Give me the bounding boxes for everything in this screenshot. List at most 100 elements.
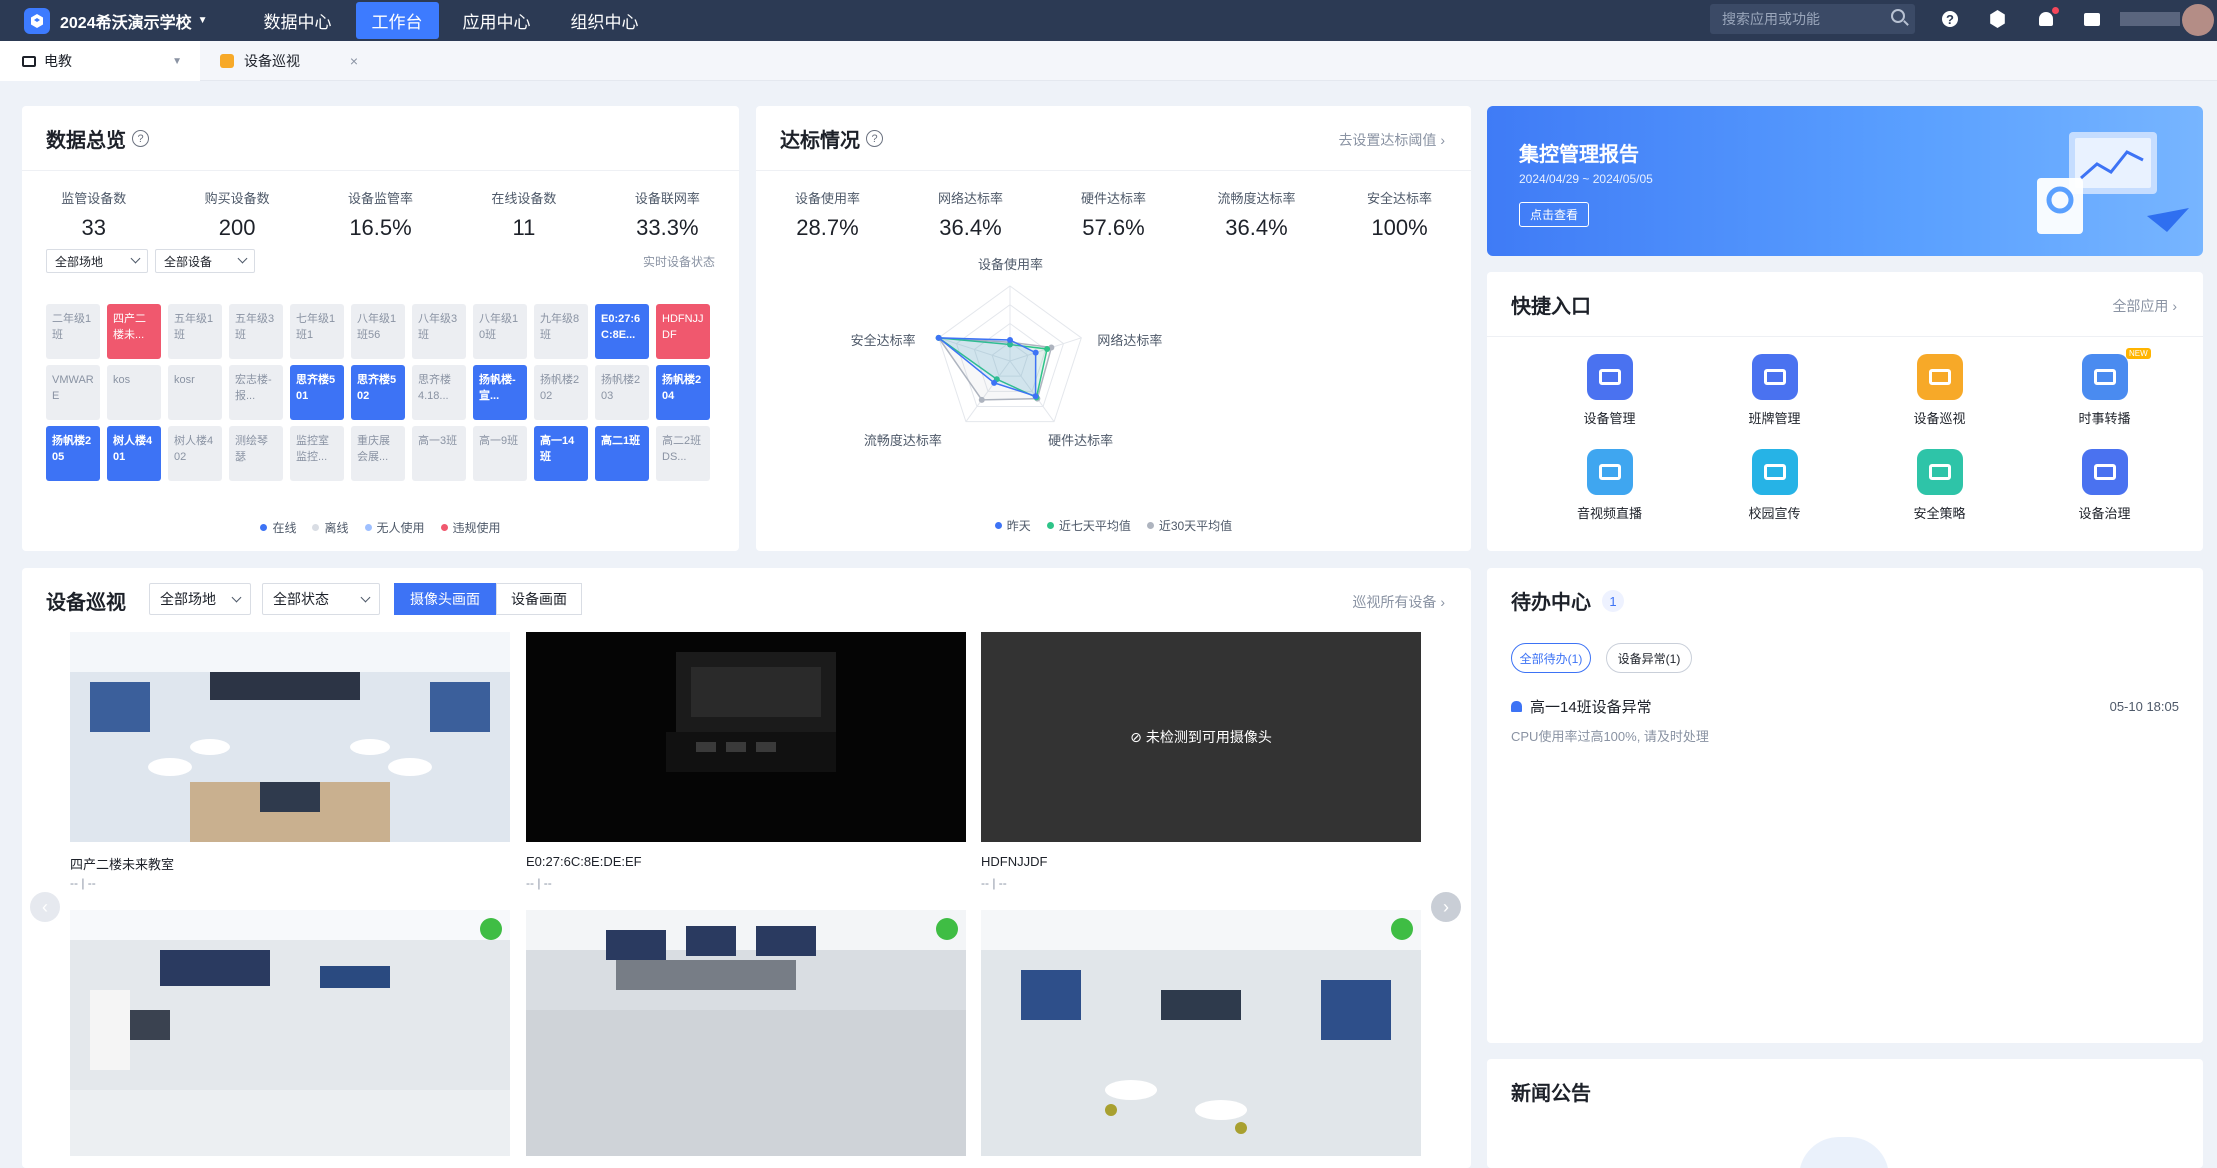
quick-entry-item[interactable]: 设备管理 — [1527, 354, 1692, 427]
device-tile[interactable]: 高二2班DS... — [656, 426, 710, 481]
device-tile[interactable]: HDFNJJDF — [656, 304, 710, 359]
message-icon[interactable] — [2084, 13, 2100, 26]
legend-item: 离线 — [312, 519, 349, 536]
camera-view[interactable] — [70, 632, 510, 842]
empty-illustration — [1799, 1137, 1889, 1168]
nav-workbench[interactable]: 工作台 — [355, 2, 439, 39]
device-tile[interactable]: 重庆展会展... — [351, 426, 405, 481]
screen-view-tab[interactable]: 设备画面 — [496, 583, 582, 615]
device-tile[interactable]: 高二1班 — [595, 426, 649, 481]
camera-view[interactable] — [70, 910, 510, 1156]
bell-icon — [1511, 701, 1522, 712]
device-filter-select[interactable]: 全部设备 — [155, 249, 255, 273]
device-tile[interactable]: VMWARE — [46, 365, 100, 420]
device-tile[interactable]: 扬帆楼202 — [534, 365, 588, 420]
device-tile[interactable]: 扬帆楼204 — [656, 365, 710, 420]
device-tile[interactable]: 九年级8班 — [534, 304, 588, 359]
device-tile[interactable]: 高一3班 — [412, 426, 466, 481]
radar-point[interactable] — [1007, 337, 1013, 343]
device-tile[interactable]: 思齐楼501 — [290, 365, 344, 420]
chevron-down-icon[interactable]: ▼ — [172, 56, 182, 67]
help-circle-icon[interactable]: ? — [866, 130, 883, 147]
device-tile[interactable]: 监控室监控... — [290, 426, 344, 481]
compliance-card: 达标情况 ? 去设置达标阈值 › 设备使用率 28.7% 网络达标率 36.4% 硬… — [756, 106, 1471, 551]
help-circle-icon[interactable]: ? — [132, 130, 149, 147]
device-tile[interactable]: 树人楼402 — [168, 426, 222, 481]
device-tile[interactable]: 七年级1班1 — [290, 304, 344, 359]
camera-view-tab[interactable]: 摄像头画面 — [394, 583, 496, 615]
radar-point[interactable] — [978, 396, 985, 403]
chevron-right-icon: › — [1440, 132, 1445, 148]
set-threshold-link[interactable]: 去设置达标阈值 › — [1338, 130, 1445, 150]
device-tile[interactable]: 扬帆楼-宣... — [473, 365, 527, 420]
device-tile[interactable]: 八年级10班 — [473, 304, 527, 359]
radar-point[interactable] — [935, 334, 942, 341]
camera-view[interactable]: ⊘ 未检测到可用摄像头 — [981, 632, 1421, 842]
help-icon[interactable]: ? — [1942, 11, 1958, 27]
stat-network-ok: 网络达标率 36.4% — [899, 188, 1042, 241]
todo-item[interactable]: 高一14班设备异常 — [1511, 696, 1652, 717]
chevron-left-icon[interactable]: ‹ — [30, 892, 60, 922]
radar-point[interactable] — [991, 379, 998, 386]
tab-dianjiao[interactable]: 电教 ▼ — [0, 41, 200, 81]
tab-bar: 电教 ▼ 设备巡视 × — [0, 41, 2217, 81]
device-tile[interactable]: 五年级1班 — [168, 304, 222, 359]
patrol-all-link[interactable]: 巡视所有设备 › — [1352, 592, 1445, 612]
camera-view[interactable] — [981, 910, 1421, 1156]
device-tile[interactable]: 思齐楼4.18... — [412, 365, 466, 420]
school-switcher[interactable]: 2024希沃演示学校 ▼ — [60, 9, 208, 33]
banner-view-button[interactable]: 点击查看 — [1519, 202, 1590, 227]
camera-view[interactable] — [526, 632, 966, 842]
nav-app-center[interactable]: 应用中心 — [447, 2, 547, 39]
avatar[interactable] — [2182, 4, 2214, 36]
device-tile[interactable]: kos — [107, 365, 161, 420]
school-logo-icon[interactable] — [24, 7, 50, 34]
camera-view[interactable] — [526, 910, 966, 1156]
device-tile[interactable]: 五年级3班 — [229, 304, 283, 359]
search-input[interactable]: 搜索应用或功能 — [1710, 4, 1915, 34]
device-tile[interactable]: 八年级1班56 — [351, 304, 405, 359]
device-tile[interactable]: kosr — [168, 365, 222, 420]
report-banner[interactable]: 集控管理报告 2024/04/29 ~ 2024/05/05 点击查看 — [1487, 106, 2203, 256]
device-tile[interactable]: 二年级1班 — [46, 304, 100, 359]
user-name-blurred[interactable] — [2120, 12, 2180, 26]
nav-org-center[interactable]: 组织中心 — [555, 2, 655, 39]
bell-icon[interactable] — [2039, 12, 2053, 26]
device-tile[interactable]: 宏志楼-报... — [229, 365, 283, 420]
device-tile[interactable]: 思齐楼502 — [351, 365, 405, 420]
tab-device-patrol[interactable]: 设备巡视 × — [200, 41, 370, 81]
radar-point[interactable] — [1032, 393, 1039, 400]
device-tile[interactable]: E0:27:6C:8E... — [595, 304, 649, 359]
radar-point[interactable] — [1044, 345, 1051, 352]
quick-entry-item[interactable]: 设备治理 — [2022, 449, 2187, 522]
quick-entry-item[interactable]: 设备巡视 — [1857, 354, 2022, 427]
device-tile[interactable]: 八年级3班 — [412, 304, 466, 359]
device-tile[interactable]: 四产二楼未... — [107, 304, 161, 359]
patrol-status-select[interactable]: 全部状态 — [262, 583, 380, 615]
search-icon[interactable] — [1891, 9, 1905, 23]
device-patrol-icon — [1916, 354, 1963, 400]
close-icon[interactable]: × — [350, 53, 358, 69]
quick-entry-item[interactable]: NEW 时事转播 — [2022, 348, 2187, 427]
device-tile[interactable]: 树人楼401 — [107, 426, 161, 481]
device-tile[interactable]: 高一14班 — [534, 426, 588, 481]
settings-icon[interactable] — [1990, 10, 2005, 28]
device-patrol-card: 设备巡视 全部场地 全部状态 摄像头画面 设备画面 巡视所有设备 › 四产二楼未… — [22, 568, 1471, 1168]
quick-entry-item[interactable]: 班牌管理 — [1692, 354, 1857, 427]
nav-data-center[interactable]: 数据中心 — [248, 2, 348, 39]
quick-entry-item[interactable]: 音视频直播 — [1527, 449, 1692, 522]
chip-device-error[interactable]: 设备异常(1) — [1606, 643, 1692, 673]
all-apps-link[interactable]: 全部应用 › — [2112, 296, 2177, 316]
site-filter-select[interactable]: 全部场地 — [46, 249, 148, 273]
chip-all-todo[interactable]: 全部待办(1) — [1511, 643, 1591, 673]
quick-entry-item[interactable]: 安全策略 — [1857, 449, 2022, 522]
device-tile[interactable]: 扬帆楼203 — [595, 365, 649, 420]
chevron-right-icon[interactable]: › — [1431, 892, 1461, 922]
patrol-site-select[interactable]: 全部场地 — [149, 583, 251, 615]
device-tile[interactable]: 测绘琴瑟 — [229, 426, 283, 481]
todo-count-badge: 1 — [1602, 590, 1624, 612]
quick-entry-item[interactable]: 校园宣传 — [1692, 449, 1857, 522]
device-tile[interactable]: 高一9班 — [473, 426, 527, 481]
radar-point[interactable] — [1032, 349, 1039, 356]
device-tile[interactable]: 扬帆楼205 — [46, 426, 100, 481]
